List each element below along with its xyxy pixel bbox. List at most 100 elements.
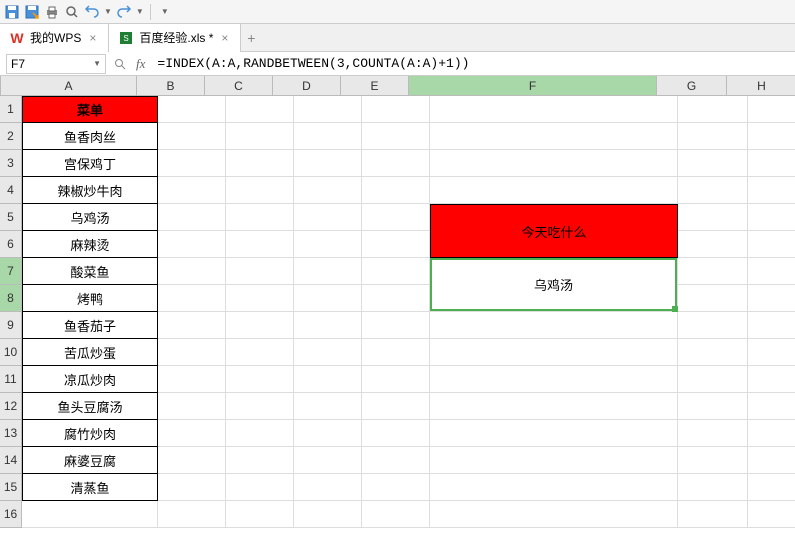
- cell-F2[interactable]: [430, 123, 678, 150]
- chevron-down-icon[interactable]: ▼: [93, 59, 101, 68]
- cell-C7[interactable]: [226, 258, 294, 285]
- cell-E3[interactable]: [362, 150, 430, 177]
- cell-F14[interactable]: [430, 447, 678, 474]
- row-header-3[interactable]: 3: [0, 150, 22, 177]
- today-eat-label[interactable]: 今天吃什么: [430, 204, 678, 258]
- cell-B3[interactable]: [158, 150, 226, 177]
- cell-E13[interactable]: [362, 420, 430, 447]
- menu-header-cell[interactable]: 菜单: [22, 96, 158, 123]
- cell-D4[interactable]: [294, 177, 362, 204]
- cell-B8[interactable]: [158, 285, 226, 312]
- cell-H1[interactable]: [748, 96, 795, 123]
- cell-H11[interactable]: [748, 366, 795, 393]
- cell-C1[interactable]: [226, 96, 294, 123]
- cell-D16[interactable]: [294, 501, 362, 528]
- cell-B1[interactable]: [158, 96, 226, 123]
- cell-D1[interactable]: [294, 96, 362, 123]
- close-icon[interactable]: ×: [87, 31, 98, 45]
- cell-C8[interactable]: [226, 285, 294, 312]
- cell-B5[interactable]: [158, 204, 226, 231]
- cell-E1[interactable]: [362, 96, 430, 123]
- cell-C6[interactable]: [226, 231, 294, 258]
- cell-G9[interactable]: [678, 312, 748, 339]
- cell-G6[interactable]: [678, 231, 748, 258]
- row-header-5[interactable]: 5: [0, 204, 22, 231]
- cell-E7[interactable]: [362, 258, 430, 285]
- cell-G10[interactable]: [678, 339, 748, 366]
- undo-icon[interactable]: [84, 4, 100, 20]
- close-icon[interactable]: ×: [219, 31, 230, 45]
- row-header-14[interactable]: 14: [0, 447, 22, 474]
- menu-item-cell[interactable]: 苦瓜炒蛋: [22, 339, 158, 366]
- row-header-9[interactable]: 9: [0, 312, 22, 339]
- row-header-6[interactable]: 6: [0, 231, 22, 258]
- column-header-C[interactable]: C: [205, 76, 273, 96]
- cell-F3[interactable]: [430, 150, 678, 177]
- cell-H16[interactable]: [748, 501, 795, 528]
- cell-D8[interactable]: [294, 285, 362, 312]
- cell-H2[interactable]: [748, 123, 795, 150]
- cell-E16[interactable]: [362, 501, 430, 528]
- redo-icon[interactable]: [116, 4, 132, 20]
- cell-B12[interactable]: [158, 393, 226, 420]
- cell-B2[interactable]: [158, 123, 226, 150]
- undo-dropdown[interactable]: ▼: [104, 7, 112, 16]
- cell-E2[interactable]: [362, 123, 430, 150]
- cell-C12[interactable]: [226, 393, 294, 420]
- cell-B4[interactable]: [158, 177, 226, 204]
- cell-G11[interactable]: [678, 366, 748, 393]
- menu-item-cell[interactable]: 乌鸡汤: [22, 204, 158, 231]
- row-header-2[interactable]: 2: [0, 123, 22, 150]
- column-header-G[interactable]: G: [657, 76, 727, 96]
- cell-E5[interactable]: [362, 204, 430, 231]
- cell-G12[interactable]: [678, 393, 748, 420]
- cell-H9[interactable]: [748, 312, 795, 339]
- save-as-icon[interactable]: [24, 4, 40, 20]
- cell-B11[interactable]: [158, 366, 226, 393]
- result-cell[interactable]: 乌鸡汤: [430, 258, 678, 312]
- cell-B7[interactable]: [158, 258, 226, 285]
- print-icon[interactable]: [44, 4, 60, 20]
- menu-item-cell[interactable]: 凉瓜炒肉: [22, 366, 158, 393]
- cell-D7[interactable]: [294, 258, 362, 285]
- cell-H10[interactable]: [748, 339, 795, 366]
- cell-B13[interactable]: [158, 420, 226, 447]
- cell-H15[interactable]: [748, 474, 795, 501]
- preview-icon[interactable]: [64, 4, 80, 20]
- cell-E4[interactable]: [362, 177, 430, 204]
- cell-B14[interactable]: [158, 447, 226, 474]
- cell-H12[interactable]: [748, 393, 795, 420]
- fx-icon[interactable]: fx: [136, 56, 145, 72]
- toolbar-overflow[interactable]: ▼: [161, 7, 169, 16]
- cell-E10[interactable]: [362, 339, 430, 366]
- cell-B15[interactable]: [158, 474, 226, 501]
- menu-item-cell[interactable]: 麻辣烫: [22, 231, 158, 258]
- cell-H13[interactable]: [748, 420, 795, 447]
- column-header-D[interactable]: D: [273, 76, 341, 96]
- menu-item-cell[interactable]: 清蒸鱼: [22, 474, 158, 501]
- cell-D3[interactable]: [294, 150, 362, 177]
- cell-G4[interactable]: [678, 177, 748, 204]
- cell-H6[interactable]: [748, 231, 795, 258]
- cell-G16[interactable]: [678, 501, 748, 528]
- cell-C15[interactable]: [226, 474, 294, 501]
- cell-E12[interactable]: [362, 393, 430, 420]
- cell-B16[interactable]: [158, 501, 226, 528]
- cell-G2[interactable]: [678, 123, 748, 150]
- menu-item-cell[interactable]: 鱼香肉丝: [22, 123, 158, 150]
- row-header-16[interactable]: 16: [0, 501, 22, 528]
- redo-dropdown[interactable]: ▼: [136, 7, 144, 16]
- cell-H14[interactable]: [748, 447, 795, 474]
- cell-E15[interactable]: [362, 474, 430, 501]
- formula-input[interactable]: =INDEX(A:A,RANDBETWEEN(3,COUNTA(A:A)+1)): [153, 56, 795, 71]
- cell-G15[interactable]: [678, 474, 748, 501]
- cell-D9[interactable]: [294, 312, 362, 339]
- cell-D6[interactable]: [294, 231, 362, 258]
- cell-H5[interactable]: [748, 204, 795, 231]
- cell-F12[interactable]: [430, 393, 678, 420]
- cell-C3[interactable]: [226, 150, 294, 177]
- column-header-E[interactable]: E: [341, 76, 409, 96]
- cell-F10[interactable]: [430, 339, 678, 366]
- cell-C9[interactable]: [226, 312, 294, 339]
- cell-F11[interactable]: [430, 366, 678, 393]
